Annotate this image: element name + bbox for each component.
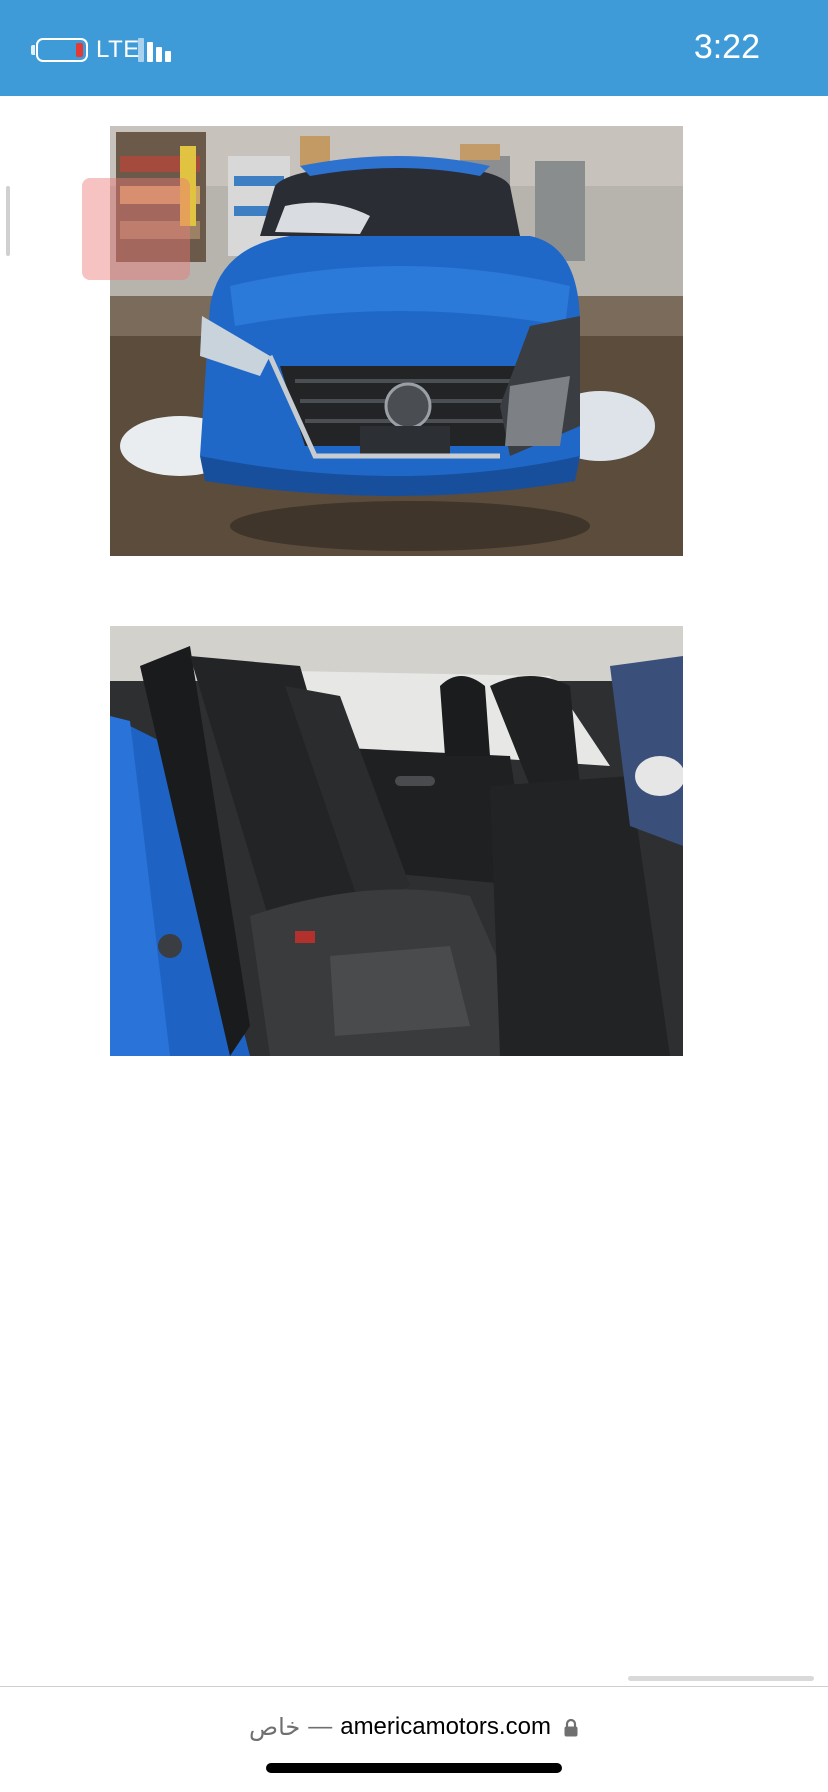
left-scroll-handle[interactable] xyxy=(6,186,10,256)
watermark-logo-icon xyxy=(82,178,190,280)
address-separator: — xyxy=(308,1713,333,1740)
lock-icon xyxy=(563,1717,579,1737)
browser-page: LTE 3:22 خاص — americamotors.com xyxy=(0,0,828,1792)
network-type-label: LTE xyxy=(96,36,140,63)
signal-strength-icon xyxy=(138,38,178,62)
car-front-damaged-photo[interactable] xyxy=(110,126,683,556)
car-interior-rear-seat-photo[interactable] xyxy=(110,626,683,1056)
status-bar: LTE 3:22 xyxy=(0,0,828,96)
battery-icon xyxy=(36,38,88,62)
address-domain: americamotors.com xyxy=(340,1713,551,1740)
status-time: 3:22 xyxy=(693,28,760,66)
toolbar-divider xyxy=(0,1686,828,1687)
home-indicator[interactable] xyxy=(266,1763,562,1773)
battery-level-fill xyxy=(76,43,83,57)
page-scroll-indicator[interactable] xyxy=(628,1676,814,1681)
battery-terminal xyxy=(31,45,35,55)
private-browsing-label: خاص xyxy=(249,1713,301,1741)
address-bar[interactable]: خاص — americamotors.com xyxy=(0,1690,828,1764)
